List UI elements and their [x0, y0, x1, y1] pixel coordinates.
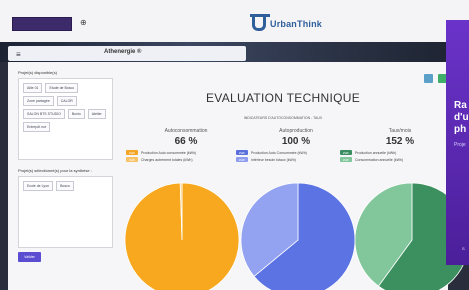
- legend-label: Consommation annuelle (kWh): [355, 157, 404, 162]
- project-chip[interactable]: Allie 01: [23, 83, 43, 93]
- legend-swatch: kWh: [340, 150, 352, 155]
- legend-label: Charges autrement totales (kWh): [141, 157, 193, 162]
- evaluation-content: EVALUATION TECHNIQUE INDICATEURS D'AUTOC…: [118, 62, 469, 290]
- subnav-title: Athenergie ®: [104, 49, 142, 55]
- top-select[interactable]: [12, 17, 72, 31]
- globe-icon[interactable]: ⊕: [80, 18, 87, 27]
- export-icon[interactable]: [424, 74, 433, 83]
- metric-value: 152 %: [385, 136, 415, 147]
- selected-projects-list: Ecole de Lyon Bosco: [18, 176, 113, 248]
- autoconsommation-column: Autoconsommation 66 % kWh Production Aut…: [126, 128, 246, 164]
- validate-button[interactable]: Valider: [18, 252, 41, 262]
- legend-item: kWh Intérieur besoin totaux (kWh): [236, 157, 356, 162]
- legend: kWh Production Auto consommée (kWh) kWh …: [126, 150, 246, 162]
- legend: kWh Production annuelle (kWh) kWh Consom…: [340, 150, 460, 162]
- top-bar: ⊕ UrbanThink: [0, 0, 469, 42]
- ad-footer: S: [462, 246, 465, 251]
- legend-item: kWh Production Auto consommée (kWh): [126, 150, 246, 155]
- metric-label: Autoconsommation: [164, 128, 208, 134]
- metric-label: Taux/mois: [388, 128, 412, 134]
- brand-name: UrbanThink: [270, 18, 323, 29]
- legend-label: Production Auto Consommée (kWh): [251, 150, 307, 155]
- metric-value: 66 %: [174, 136, 198, 147]
- metric-label: Autoproduction: [279, 128, 313, 134]
- selected-projects-title: Projet(s) sélectionné(s) pour la synthès…: [18, 168, 92, 173]
- brand-logo[interactable]: UrbanThink: [250, 14, 323, 31]
- project-chip[interactable]: Entrepôt rue: [23, 122, 51, 132]
- legend-label: Production annuelle (kWh): [355, 150, 397, 155]
- sub-navbar: ≡ Athenergie ®: [8, 46, 246, 61]
- project-chip[interactable]: Atelier: [87, 109, 106, 119]
- ad-subtext: Proje: [454, 142, 466, 148]
- available-projects-title: Projet(s) disponible(s): [18, 70, 57, 75]
- legend-label: Production Auto consommée (kWh): [141, 150, 197, 155]
- project-chip[interactable]: CALOR: [56, 96, 77, 106]
- legend-label: Intérieur besoin totaux (kWh): [251, 157, 296, 162]
- metric-value: 100 %: [281, 136, 311, 147]
- project-chip[interactable]: Zone partagée: [23, 96, 54, 106]
- side-advertisement[interactable]: Ra d'u ph Proje S: [446, 20, 469, 265]
- legend-item: kWh Production Auto Consommée (kWh): [236, 150, 356, 155]
- project-chip[interactable]: SALON BTS STUDIO: [23, 109, 65, 119]
- menu-icon[interactable]: ≡: [16, 50, 21, 59]
- legend-item: kWh Production annuelle (kWh): [340, 150, 460, 155]
- project-chip[interactable]: Etude de Bosco: [45, 83, 79, 93]
- taux-column: Taux/mois 152 % kWh Production annuelle …: [340, 128, 460, 164]
- available-projects-list: Allie 01 Etude de Bosco Zone partagée CA…: [18, 78, 113, 160]
- ad-headline: Ra d'u ph: [454, 100, 469, 135]
- legend-swatch: kWh: [126, 150, 138, 155]
- autoproduction-pie-chart: [240, 182, 356, 290]
- autoconsommation-pie-chart: [124, 182, 240, 290]
- selected-project-chip[interactable]: Ecole de Lyon: [23, 181, 54, 191]
- page-content: Projet(s) disponible(s) Allie 01 Etude d…: [8, 62, 469, 290]
- legend-item: kWh Charges autrement totales (kWh): [126, 157, 246, 162]
- legend-swatch: kWh: [340, 157, 352, 162]
- legend-swatch: kWh: [236, 150, 248, 155]
- project-chip[interactable]: Bonlo: [67, 109, 85, 119]
- page-title: EVALUATION TECHNIQUE: [205, 91, 361, 105]
- legend: kWh Production Auto Consommée (kWh) kWh …: [236, 150, 356, 162]
- legend-swatch: kWh: [236, 157, 248, 162]
- legend-swatch: kWh: [126, 157, 138, 162]
- autoproduction-column: Autoproduction 100 % kWh Production Auto…: [236, 128, 356, 164]
- project-panel: Projet(s) disponible(s) Allie 01 Etude d…: [18, 70, 113, 248]
- legend-item: kWh Consommation annuelle (kWh): [340, 157, 460, 162]
- selected-project-chip[interactable]: Bosco: [56, 181, 74, 191]
- urbanthink-logo-icon: [250, 14, 270, 31]
- page-subtitle: INDICATEURS D'AUTOCONSOMMATION - TAUX: [243, 116, 323, 120]
